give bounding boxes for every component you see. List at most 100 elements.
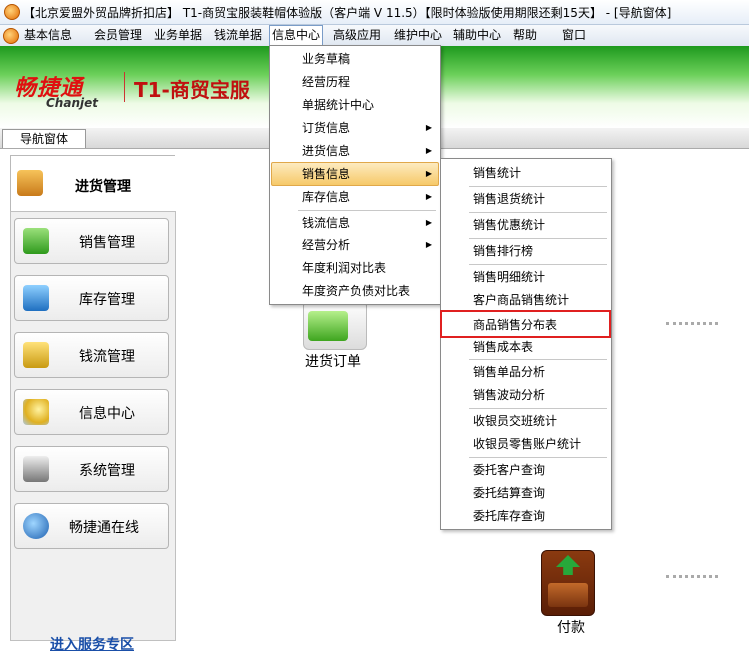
sidebar: 进货管理 销售管理 库存管理 钱流管理 信息中心 系统管理 畅捷通在线 进入服务…: [10, 155, 176, 653]
menu-item-label: 委托库存查询: [473, 509, 546, 523]
menu-item-label: 销售单品分析: [473, 365, 546, 379]
menu-app-icon[interactable]: [3, 28, 19, 44]
sidebar-item-label: 销售管理: [79, 235, 135, 251]
menu-separator: [469, 238, 607, 239]
menu-basic-info[interactable]: 基本信息: [22, 26, 74, 45]
menu-advanced[interactable]: 高级应用: [331, 26, 383, 45]
tab-navigation[interactable]: 导航窗体: [2, 129, 86, 148]
menu-item-label: 进货信息: [302, 144, 351, 158]
submenu-arrow-icon: ▶: [425, 240, 432, 249]
info-lightbulb-icon: [23, 399, 49, 425]
purchase-order-icon[interactable]: [303, 300, 367, 350]
menu-maintenance[interactable]: 维护中心: [392, 26, 444, 45]
sales-menu-item[interactable]: 销售成本表: [443, 336, 609, 358]
sidebar-item-label: 钱流管理: [79, 349, 135, 365]
sales-menu-item[interactable]: 收银员交班统计: [443, 410, 609, 432]
submenu-arrow-icon: ▶: [425, 192, 432, 201]
sales-menu-item[interactable]: 收银员零售账户统计: [443, 433, 609, 455]
menu-item-label: 收银员交班统计: [473, 414, 558, 428]
sidebar-item-online[interactable]: 畅捷通在线: [14, 503, 169, 549]
cashflow-coin-icon: [23, 342, 49, 368]
menu-separator: [469, 359, 607, 360]
menu-item-label: 委托结算查询: [473, 486, 546, 500]
sidebar-item-info-center[interactable]: 信息中心: [14, 389, 169, 435]
sidebar-item-label: 信息中心: [79, 406, 135, 422]
menu-item-label: 销售优惠统计: [473, 218, 546, 232]
submenu-arrow-icon: ▶: [425, 169, 432, 178]
info-menu-item[interactable]: 订货信息 ▶: [272, 117, 438, 139]
info-menu-item[interactable]: 年度利润对比表: [272, 257, 438, 279]
menu-info-center[interactable]: 信息中心: [269, 25, 324, 45]
submenu-arrow-icon: ▶: [425, 146, 432, 155]
menu-item-label: 订货信息: [302, 121, 351, 135]
menu-auxiliary[interactable]: 辅助中心: [451, 26, 503, 45]
menu-separator: [298, 210, 436, 211]
info-menu-item[interactable]: 进货信息 ▶: [272, 140, 438, 162]
app-icon: [4, 4, 20, 20]
flow-connector: [666, 575, 718, 578]
sidebar-item-sales[interactable]: 销售管理: [14, 218, 169, 264]
sales-menu-item[interactable]: 销售退货统计: [443, 188, 609, 210]
sidebar-panel: 销售管理 库存管理 钱流管理 信息中心 系统管理 畅捷通在线 进入服务专区: [10, 211, 176, 653]
info-menu-item[interactable]: 年度资产负债对比表: [272, 280, 438, 302]
sales-menu-item[interactable]: 销售排行榜: [443, 240, 609, 262]
sales-menu-item[interactable]: 销售单品分析: [443, 361, 609, 383]
product-name: T1-商贸宝服: [134, 78, 250, 102]
inventory-grid-icon: [23, 285, 49, 311]
menu-item-label: 销售成本表: [473, 340, 534, 354]
sales-menu-item[interactable]: 委托结算查询: [443, 482, 609, 504]
purchase-order-label: 进货订单: [305, 354, 361, 370]
info-menu-item-sales[interactable]: 销售信息 ▶: [271, 162, 439, 186]
flow-connector: [666, 322, 718, 325]
menu-help[interactable]: 帮助: [511, 26, 539, 45]
menu-item-label: 收银员零售账户统计: [473, 437, 582, 451]
menu-separator: [469, 408, 607, 409]
sales-menu-item[interactable]: 委托库存查询: [443, 505, 609, 527]
menu-separator: [469, 212, 607, 213]
menu-window[interactable]: 窗口: [560, 26, 588, 45]
menu-item-label: 委托客户查询: [473, 463, 546, 477]
menu-separator: [469, 457, 607, 458]
info-menu-item[interactable]: 库存信息 ▶: [272, 186, 438, 208]
service-zone-link[interactable]: 进入服务专区: [50, 634, 134, 654]
sales-menu-item[interactable]: 销售波动分析: [443, 384, 609, 406]
sidebar-item-system[interactable]: 系统管理: [14, 446, 169, 492]
menu-item-label: 销售排行榜: [473, 244, 534, 258]
sales-menu-item[interactable]: 委托客户查询: [443, 459, 609, 481]
menu-item-label: 销售信息: [302, 167, 351, 181]
menu-item-label: 销售明细统计: [473, 270, 546, 284]
online-globe-icon: [23, 513, 49, 539]
menu-item-label: 销售波动分析: [473, 388, 546, 402]
sidebar-item-inventory[interactable]: 库存管理: [14, 275, 169, 321]
menu-item-label: 销售统计: [473, 166, 522, 180]
info-center-menu: 业务草稿 经营历程 单据统计中心 订货信息 ▶ 进货信息 ▶ 销售信息 ▶ 库存信息 ▶…: [269, 45, 441, 305]
info-menu-item[interactable]: 单据统计中心: [272, 94, 438, 116]
sales-menu-item[interactable]: 销售明细统计: [443, 266, 609, 288]
sidebar-item-label: 库存管理: [79, 292, 135, 308]
info-menu-item[interactable]: 业务草稿: [272, 48, 438, 70]
sales-menu-item[interactable]: 客户商品销售统计: [443, 289, 609, 311]
menu-business-docs[interactable]: 业务单据: [152, 26, 204, 45]
brand-logo-en: Chanjet: [46, 96, 98, 110]
brand-divider: [124, 72, 125, 102]
info-menu-item[interactable]: 经营历程: [272, 71, 438, 93]
highlight-box: [440, 310, 611, 338]
menu-item-label: 单据统计中心: [302, 98, 375, 112]
sales-menu-item[interactable]: 销售优惠统计: [443, 214, 609, 236]
info-menu-item[interactable]: 钱流信息 ▶: [272, 212, 438, 234]
payment-drawer-icon[interactable]: [541, 550, 595, 616]
sidebar-item-purchase[interactable]: 进货管理: [10, 155, 175, 212]
menu-member[interactable]: 会员管理: [92, 26, 144, 45]
sales-basket-icon: [23, 228, 49, 254]
menu-separator: [469, 264, 607, 265]
menu-item-label: 销售退货统计: [473, 192, 546, 206]
submenu-arrow-icon: ▶: [425, 218, 432, 227]
sales-menu-item[interactable]: 销售统计: [443, 162, 609, 184]
drawer-front: [548, 583, 588, 607]
menu-item-label: 年度利润对比表: [302, 261, 387, 275]
menu-item-label: 库存信息: [302, 190, 351, 204]
purchase-basket-icon: [17, 170, 43, 196]
sidebar-item-cashflow[interactable]: 钱流管理: [14, 332, 169, 378]
menu-cash-docs[interactable]: 钱流单据: [212, 26, 264, 45]
info-menu-item[interactable]: 经营分析 ▶: [272, 234, 438, 256]
